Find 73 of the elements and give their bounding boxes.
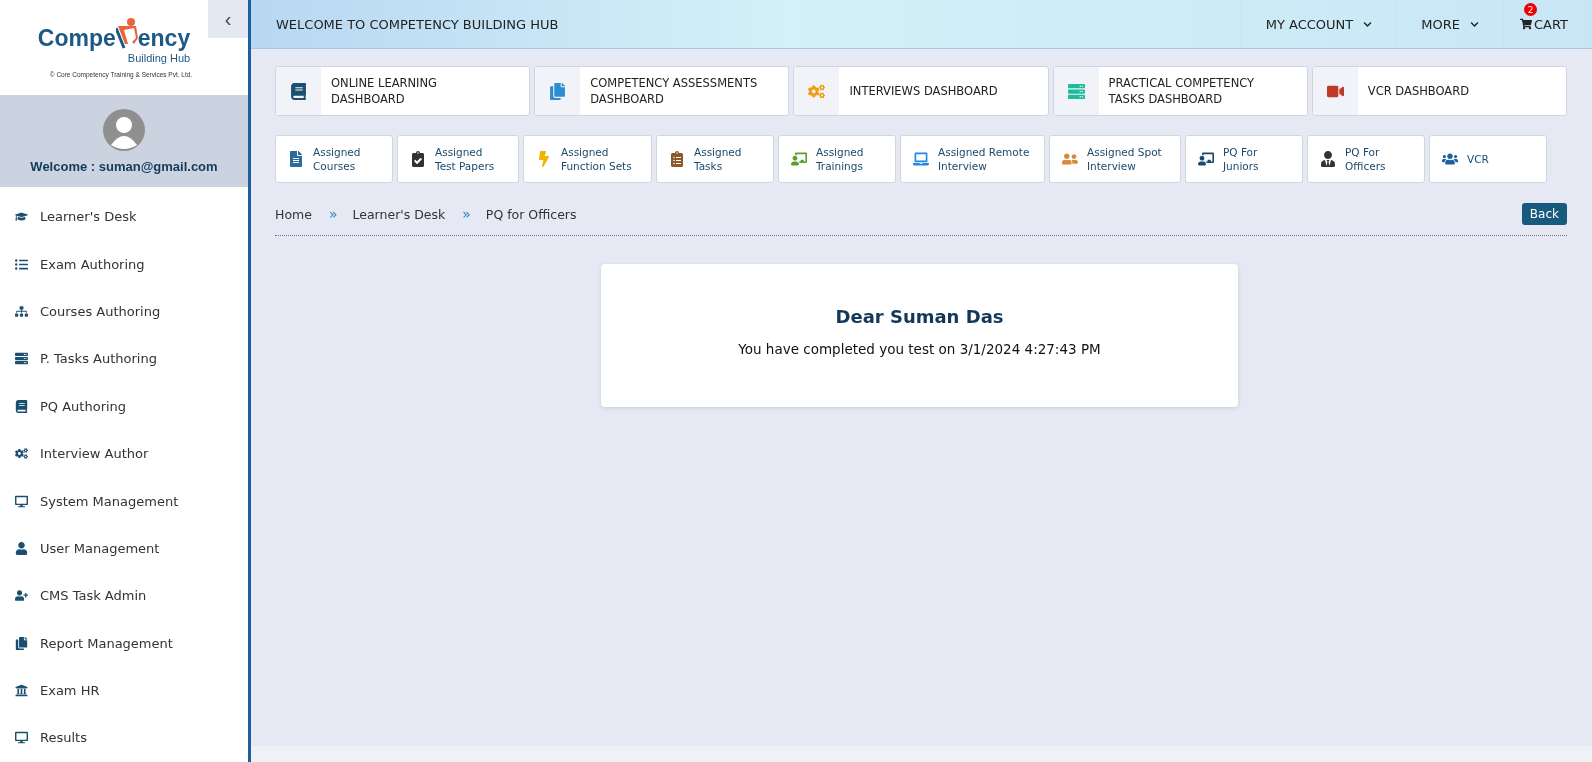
assigned-shortcut-card[interactable]: Assigned Function Sets <box>523 135 652 183</box>
users-icon <box>1442 151 1458 167</box>
breadcrumb-link[interactable]: Home <box>275 206 312 222</box>
logo-title: Compe ency <box>37 18 191 52</box>
chevron-down-icon <box>1363 19 1373 29</box>
dashboard-link-card[interactable]: ONLINE LEARNING DASHBOARD <box>275 66 531 116</box>
back-button[interactable]: Back <box>1521 203 1567 225</box>
welcome-text: Welcome : suman@gmail.com <box>30 158 218 174</box>
bank-building-icon <box>15 684 28 698</box>
document-icon <box>288 151 304 167</box>
top-menu-dropdown[interactable]: MY ACCOUNT <box>1240 0 1397 48</box>
assigned-shortcut-card[interactable]: Assigned Trainings <box>778 135 896 183</box>
sidebar-menu-item[interactable]: PQ Authoring <box>0 382 248 430</box>
monitor-icon <box>15 731 28 745</box>
top-menu-dropdown[interactable]: MORE <box>1396 0 1503 48</box>
sidebar-menu-item[interactable]: Interview Author <box>0 429 248 478</box>
lightning-icon <box>536 151 552 167</box>
cart-icon <box>1520 18 1532 30</box>
gears-icon <box>808 82 826 100</box>
message-title: Dear Suman Das <box>835 306 1004 327</box>
breadcrumb-link[interactable]: PQ for Officers <box>485 206 577 222</box>
dashboard-link-card[interactable]: PRACTICAL COMPETENCY TASKS DASHBOARD <box>1052 66 1308 116</box>
officer-icon <box>1320 151 1336 167</box>
clipboard-icon <box>669 151 685 167</box>
clipboard-check-icon <box>410 151 426 167</box>
sidebar-menu-item[interactable]: Courses Authoring <box>0 287 248 336</box>
hierarchy-icon <box>15 304 28 318</box>
sidebar-menu-item[interactable]: System Management <box>0 477 248 525</box>
sidebar-menu-item[interactable]: CMS Task Admin <box>0 572 248 620</box>
server-icon <box>15 352 28 366</box>
assigned-shortcut-card[interactable]: Assigned Spot Interview <box>1049 135 1181 183</box>
server-icon <box>1067 82 1085 100</box>
assigned-shortcut-card[interactable]: Assigned Tasks <box>656 135 774 183</box>
sidebar-menu-item[interactable]: Results <box>0 714 248 762</box>
sidebar-menu-item[interactable]: Report Management <box>0 619 248 667</box>
collapse-button[interactable]: ‹ <box>208 0 248 38</box>
assigned-shortcut-card[interactable]: Assigned Test Papers <box>397 135 519 183</box>
sidebar-menu-item[interactable]: Exam HR <box>0 666 248 715</box>
dashboard-link-card[interactable]: VCR DASHBOARD <box>1311 66 1567 116</box>
breadcrumb-link[interactable]: Learner's Desk <box>352 206 446 222</box>
dashboard-link-card[interactable]: INTERVIEWS DASHBOARD <box>793 66 1049 116</box>
gears-icon <box>15 447 28 461</box>
people-meeting-icon <box>1062 151 1078 167</box>
presentation-board-icon <box>791 151 807 167</box>
sidebar-menu-item[interactable]: Exam Authoring <box>0 240 248 288</box>
logo-subtitle: Building Hub <box>127 52 191 64</box>
book-icon <box>290 82 307 100</box>
avatar-icon <box>103 108 145 151</box>
sidebar-menu-item[interactable]: P. Tasks Authoring <box>0 335 248 383</box>
sidebar-menu-item[interactable]: User Management <box>0 524 248 573</box>
cart-button[interactable]: CART 2 <box>1503 0 1592 48</box>
breadcrumb-separator: » <box>462 206 471 222</box>
breadcrumb-separator: » <box>328 206 338 222</box>
laptop-icon <box>913 151 929 167</box>
monitor-icon <box>15 494 28 508</box>
documents-icon <box>549 82 567 100</box>
assigned-shortcut-card[interactable]: Assigned Courses <box>275 135 393 183</box>
assigned-shortcut-card[interactable]: PQ For Juniors <box>1185 135 1303 183</box>
chevron-down-icon <box>1470 19 1479 29</box>
sidebar-menu-item[interactable]: Learner's Desk <box>0 193 248 241</box>
presentation-board-icon <box>1198 151 1214 167</box>
assigned-shortcut-card[interactable]: VCR <box>1429 135 1547 183</box>
dashboard-link-card[interactable]: COMPETENCY ASSESSMENTS DASHBOARD <box>534 66 790 116</box>
assigned-shortcut-card[interactable]: Assigned Remote Interview <box>900 135 1045 183</box>
user-icon <box>15 541 28 555</box>
book-icon <box>15 399 28 413</box>
user-plus-icon <box>15 589 28 603</box>
top-bar-title: WELCOME TO COMPETENCY BUILDING HUB <box>275 16 560 32</box>
list-icon <box>15 257 28 271</box>
cart-count-badge: 2 <box>1524 3 1537 16</box>
assigned-shortcut-card[interactable]: PQ For Officers <box>1307 135 1425 183</box>
documents-icon <box>15 636 28 650</box>
message-text: You have completed you test on 3/1/2024 4:27:43 PM <box>738 341 1101 357</box>
